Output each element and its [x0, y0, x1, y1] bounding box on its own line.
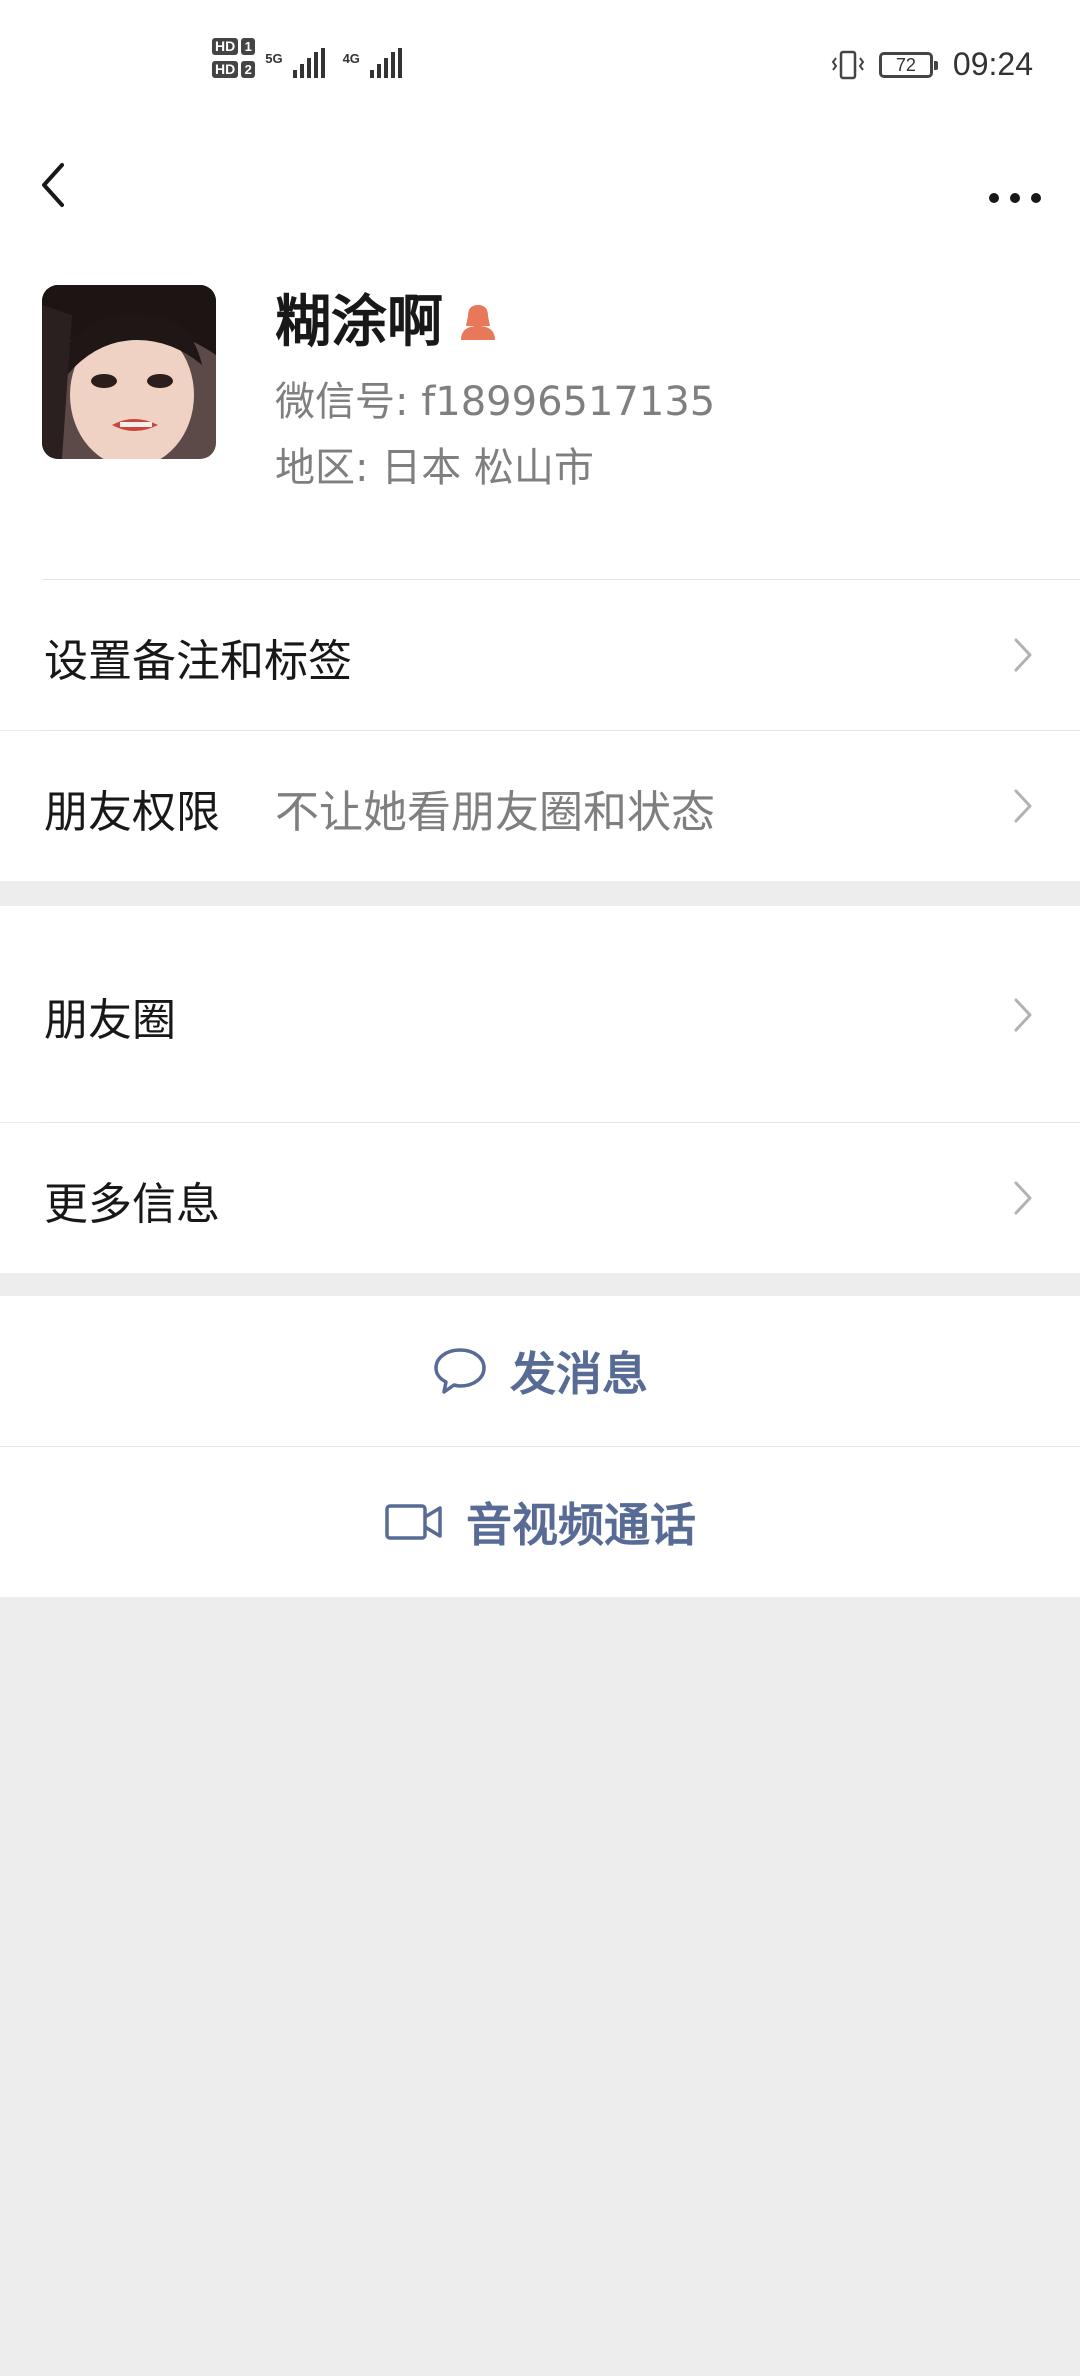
- chevron-right-icon: [1014, 638, 1032, 672]
- clock: 09:24: [952, 46, 1033, 82]
- avatar[interactable]: [42, 285, 216, 459]
- set-remark-and-tags-label: 设置备注和标签: [44, 636, 352, 687]
- friend-permissions-label: 朋友权限: [44, 787, 220, 838]
- send-message-button[interactable]: 发消息: [0, 1296, 1080, 1446]
- top-nav: [0, 140, 1080, 260]
- video-call-button[interactable]: 音视频通话: [0, 1447, 1080, 1597]
- chevron-right-icon: [1014, 789, 1032, 823]
- network-type-4g: 4G: [342, 51, 360, 66]
- vibrate-icon: [831, 50, 865, 79]
- profile-name-row: 糊涂啊: [275, 288, 499, 358]
- status-left: HD 1 HD 2 5G 4G: [212, 38, 402, 78]
- wechat-id: 微信号: f18996517135: [275, 379, 716, 425]
- female-icon: [461, 305, 495, 340]
- profile-name: 糊涂啊: [275, 290, 443, 355]
- profile-card: 糊涂啊 微信号: f18996517135 地区: 日本 松山市: [0, 260, 1080, 580]
- more-dots-icon[interactable]: [980, 162, 1050, 212]
- set-remark-and-tags-row[interactable]: 设置备注和标签: [0, 580, 1080, 730]
- signal-strength-1-icon: [292, 48, 325, 78]
- back-chevron-icon[interactable]: [30, 150, 80, 220]
- sim2-hd-label: HD: [212, 61, 239, 78]
- video-call-label: 音视频通话: [466, 1498, 696, 1552]
- send-message-label: 发消息: [510, 1347, 648, 1401]
- sim2-slot-label: 2: [241, 61, 256, 78]
- chat-bubble-icon: [434, 1348, 486, 1394]
- avatar-image: [42, 285, 216, 459]
- sim1-slot-label: 1: [241, 38, 256, 55]
- friend-permissions-value: 不让她看朋友圈和状态: [275, 787, 715, 838]
- chevron-right-icon: [1014, 1181, 1032, 1215]
- more-info-row[interactable]: 更多信息: [0, 1123, 1080, 1273]
- moments-row[interactable]: 朋友圈: [0, 906, 1080, 1122]
- battery-level: 72: [895, 54, 916, 75]
- battery-icon: 72: [878, 51, 938, 78]
- status-bar: HD 1 HD 2 5G 4G 72 09:24: [0, 0, 1080, 140]
- moments-label: 朋友圈: [44, 995, 176, 1046]
- more-info-label: 更多信息: [44, 1179, 220, 1230]
- signal-strength-2-icon: [369, 48, 402, 78]
- sim-indicators: HD 1 HD 2: [212, 38, 256, 78]
- sim1-badge: HD 1: [212, 38, 256, 55]
- sim2-badge: HD 2: [212, 61, 256, 78]
- friend-permissions-row[interactable]: 朋友权限 不让她看朋友圈和状态: [0, 731, 1080, 881]
- region: 地区: 日本 松山市: [275, 445, 594, 491]
- video-camera-icon: [385, 1504, 442, 1540]
- chevron-right-icon: [1014, 998, 1032, 1032]
- sim1-hd-label: HD: [212, 38, 239, 55]
- status-right: 72 09:24: [831, 46, 1033, 83]
- network-type-5g: 5G: [265, 51, 283, 66]
